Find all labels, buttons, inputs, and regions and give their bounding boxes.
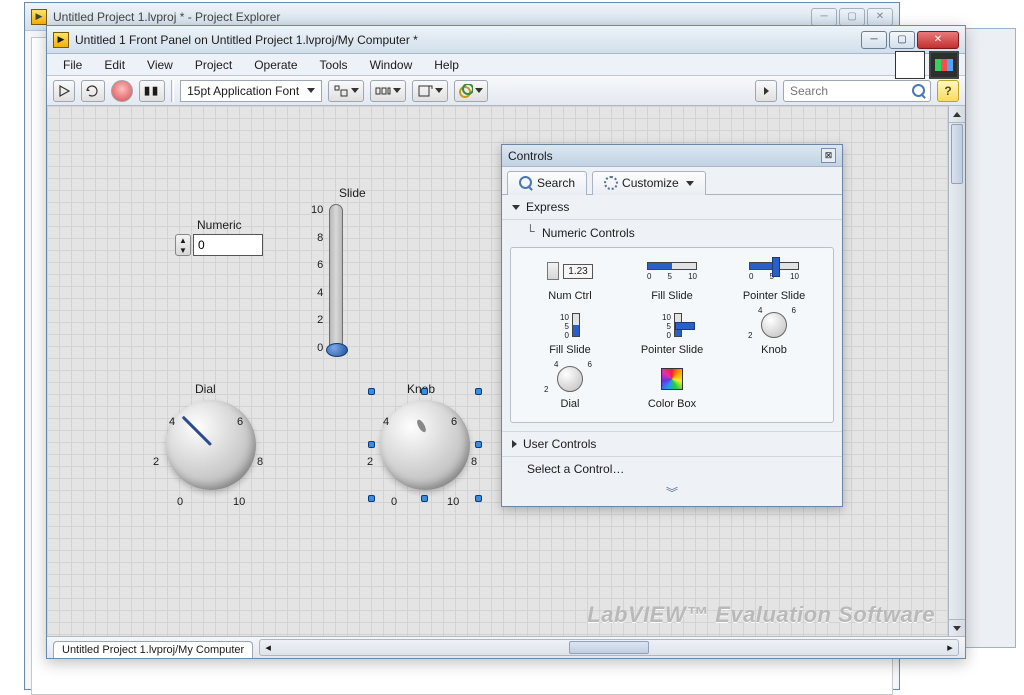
vi-icon[interactable]: [929, 51, 959, 79]
palette-items-grid: 1.23 Num Ctrl 0510 Fill Slide 0510 Point…: [510, 247, 834, 423]
abort-button[interactable]: [111, 80, 133, 102]
dropdown-icon: [686, 181, 694, 186]
palette-header[interactable]: Controls ⊠: [502, 145, 842, 167]
toolbar: ▮▮ 15pt Application Font ?: [47, 76, 965, 106]
palette-row-select-control[interactable]: Select a Control…: [502, 456, 842, 481]
menu-file[interactable]: File: [53, 56, 92, 74]
watermark: LabVIEW™ Evaluation Software: [587, 602, 935, 628]
align-objects-button[interactable]: [328, 80, 364, 102]
slide-handle[interactable]: [326, 343, 348, 357]
palette-item-fill-slide-h[interactable]: 0510 Fill Slide: [623, 256, 721, 302]
status-tab[interactable]: Untitled Project 1.lvproj/My Computer: [53, 641, 253, 658]
horizontal-scrollbar[interactable]: ◂ ▸: [259, 639, 959, 656]
palette-customize-tab[interactable]: Customize: [592, 171, 706, 195]
search-input[interactable]: [788, 83, 908, 99]
pin-icon[interactable]: ⊠: [821, 148, 836, 163]
minimize-button[interactable]: ─: [811, 8, 837, 26]
slide-ticks: 10 8 6 4 2 0: [311, 204, 323, 354]
maximize-button[interactable]: ▢: [839, 8, 865, 26]
front-panel-titlebar[interactable]: ▶ Untitled 1 Front Panel on Untitled Pro…: [47, 26, 965, 54]
palette-item-fill-slide-v[interactable]: 1050 Fill Slide: [521, 310, 619, 356]
palette-item-dial[interactable]: 246 Dial: [521, 364, 619, 410]
numeric-control[interactable]: ▲▼: [175, 234, 263, 256]
scroll-up-button[interactable]: [949, 106, 965, 123]
menu-bar: File Edit View Project Operate Tools Win…: [47, 54, 965, 76]
minimize-button[interactable]: ─: [861, 31, 887, 49]
knob-control[interactable]: Knob 0 2 4 6 8 10: [355, 382, 495, 490]
numeric-spinner[interactable]: ▲▼: [175, 234, 191, 256]
reorder-button[interactable]: [454, 80, 488, 102]
distribute-objects-button[interactable]: [370, 80, 406, 102]
menu-edit[interactable]: Edit: [94, 56, 135, 74]
status-bar: Untitled Project 1.lvproj/My Computer ◂ …: [47, 636, 965, 658]
context-help-button[interactable]: ?: [937, 80, 959, 102]
expand-icon: [512, 440, 517, 448]
menu-project[interactable]: Project: [185, 56, 242, 74]
resize-objects-button[interactable]: [412, 80, 448, 102]
front-panel-window: ▶ Untitled 1 Front Panel on Untitled Pro…: [46, 25, 966, 659]
palette-row-user-controls[interactable]: User Controls: [502, 431, 842, 456]
palette-item-num-ctrl[interactable]: 1.23 Num Ctrl: [521, 256, 619, 302]
numeric-label: Numeric: [197, 218, 242, 232]
search-icon: [912, 84, 926, 98]
palette-more-icon[interactable]: ︾: [502, 481, 842, 506]
search-icon: [519, 176, 533, 190]
run-button[interactable]: [53, 80, 75, 102]
palette-item-knob[interactable]: 246 Knob: [725, 310, 823, 356]
slide-label: Slide: [339, 186, 366, 200]
front-panel-canvas[interactable]: Numeric ▲▼ Slide 10 8 6 4 2 0 Dial: [47, 106, 965, 636]
background-window-hint: [960, 28, 1016, 648]
close-button[interactable]: ✕: [917, 31, 959, 49]
palette-item-pointer-slide-h[interactable]: 0510 Pointer Slide: [725, 256, 823, 302]
menu-window[interactable]: Window: [360, 56, 423, 74]
palette-category-express[interactable]: Express: [502, 195, 842, 220]
palette-subheading: Numeric Controls: [502, 220, 842, 244]
selection-handles[interactable]: [372, 392, 478, 498]
numeric-input[interactable]: [193, 234, 263, 256]
connector-pane-icon[interactable]: [895, 51, 925, 79]
labview-icon: ▶: [31, 9, 47, 25]
project-explorer-title: Untitled Project 1.lvproj * - Project Ex…: [53, 10, 811, 24]
menu-help[interactable]: Help: [424, 56, 469, 74]
scroll-down-button[interactable]: [949, 619, 965, 636]
scroll-thumb[interactable]: [951, 124, 963, 184]
labview-icon: ▶: [53, 32, 69, 48]
menu-operate[interactable]: Operate: [244, 56, 307, 74]
vertical-scrollbar[interactable]: [948, 106, 965, 636]
palette-item-color-box[interactable]: Color Box: [623, 364, 721, 410]
slide-control[interactable]: 10 8 6 4 2 0: [311, 204, 343, 354]
search-scope-button[interactable]: [755, 80, 777, 102]
run-continuously-button[interactable]: [81, 80, 105, 102]
menu-tools[interactable]: Tools: [310, 56, 358, 74]
scroll-right-button[interactable]: ▸: [942, 641, 958, 654]
dial-label: Dial: [195, 382, 335, 396]
scroll-left-button[interactable]: ◂: [260, 641, 276, 654]
palette-item-pointer-slide-v[interactable]: 1050 Pointer Slide: [623, 310, 721, 356]
controls-palette[interactable]: Controls ⊠ Search Customize Express Nume…: [501, 144, 843, 507]
menu-view[interactable]: View: [137, 56, 183, 74]
front-panel-title: Untitled 1 Front Panel on Untitled Proje…: [75, 33, 861, 47]
close-button[interactable]: ✕: [867, 8, 893, 26]
gear-icon: [604, 176, 618, 190]
font-selector[interactable]: 15pt Application Font: [180, 80, 322, 102]
hscroll-thumb[interactable]: [569, 641, 649, 654]
pause-button[interactable]: ▮▮: [139, 80, 165, 102]
palette-title: Controls: [508, 149, 553, 163]
font-selector-label: 15pt Application Font: [187, 84, 299, 98]
maximize-button[interactable]: ▢: [889, 31, 915, 49]
dial-control[interactable]: Dial 0 2 4 6 8 10: [141, 382, 281, 490]
dropdown-icon: [307, 88, 315, 93]
search-box[interactable]: [783, 80, 931, 102]
palette-search-tab[interactable]: Search: [507, 171, 587, 195]
slide-track[interactable]: [329, 204, 343, 354]
expand-icon: [512, 205, 520, 210]
